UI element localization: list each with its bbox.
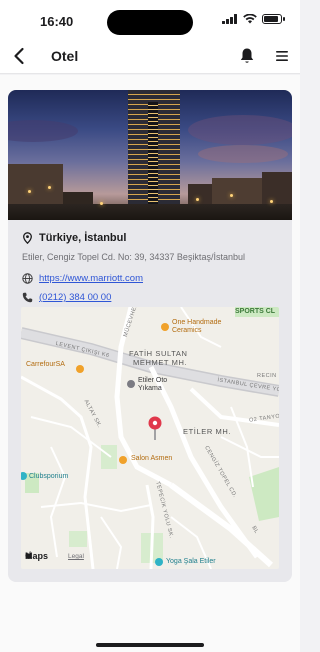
page-title: Otel — [51, 48, 79, 64]
apple-maps-logo: Maps — [25, 551, 48, 561]
dynamic-island — [107, 10, 193, 35]
location-row: Türkiye, İstanbul — [22, 232, 278, 244]
location-pin-marker-icon — [148, 416, 162, 440]
website-row: https://www.marriott.com — [22, 273, 278, 284]
globe-icon — [22, 273, 33, 284]
map-label-fatih-1: FATİH SULTAN — [129, 349, 188, 358]
map-label-fatih-2: MEHMET MH. — [133, 358, 188, 367]
status-bar: 16:40 — [0, 0, 300, 40]
salon-poi-icon — [119, 456, 127, 464]
yoga-poi-icon — [155, 558, 163, 566]
carrefour-poi-icon — [76, 365, 84, 373]
status-time: 16:40 — [40, 14, 74, 29]
back-icon[interactable] — [10, 46, 30, 66]
cellular-icon — [222, 14, 237, 24]
ceramics-poi-icon — [161, 323, 169, 331]
battery-icon — [262, 14, 285, 24]
apple-logo-icon — [25, 551, 32, 559]
location-map[interactable]: SPORTS CL One Handmade Ceramics MÜCEVHER… — [21, 307, 279, 569]
phone-link[interactable]: (0212) 384 00 00 — [39, 292, 111, 303]
legal-link[interactable]: Legal — [68, 553, 84, 560]
map-label-sports: SPORTS CL — [235, 308, 276, 315]
status-icons — [222, 14, 285, 24]
location-pin-icon — [23, 232, 32, 244]
page-content: Türkiye, İstanbul Etiler, Cengiz Topel C… — [0, 75, 300, 652]
website-link[interactable]: https://www.marriott.com — [39, 273, 143, 284]
location-name: Türkiye, İstanbul — [39, 232, 127, 244]
map-label-recin: RECIN — [257, 373, 277, 379]
car-wash-poi-icon — [127, 380, 135, 388]
home-indicator[interactable] — [96, 643, 204, 647]
bell-icon[interactable] — [239, 47, 255, 65]
hotel-card: Türkiye, İstanbul Etiler, Cengiz Topel C… — [8, 90, 292, 582]
phone-row: (0212) 384 00 00 — [22, 292, 278, 303]
map-label-etiler-oto-2: Yıkama — [138, 385, 162, 392]
phone-icon — [22, 292, 33, 303]
hotel-photo — [8, 90, 292, 220]
nav-bar: Otel — [0, 40, 300, 74]
map-label-ceramics: Ceramics — [172, 327, 202, 334]
battery-level — [264, 16, 278, 22]
map-label-one-handmade: One Handmade — [172, 319, 222, 326]
map-label-salon: Salon Asmen — [131, 455, 173, 462]
map-label-etiler-oto-1: Etiler Oto — [138, 377, 168, 384]
map-label-yoga: Yoga Şala Etiler — [166, 558, 216, 565]
map-label-clubsporium: Clubsporium — [29, 473, 69, 480]
hotel-address: Etiler, Cengiz Topel Cd. No: 39, 34337 B… — [22, 252, 245, 262]
map-label-etiler-mh: ETİLER MH. — [183, 427, 232, 436]
menu-icon[interactable] — [275, 49, 289, 63]
wifi-icon — [243, 14, 257, 24]
map-label-carrefour: CarrefourSA — [26, 361, 65, 368]
